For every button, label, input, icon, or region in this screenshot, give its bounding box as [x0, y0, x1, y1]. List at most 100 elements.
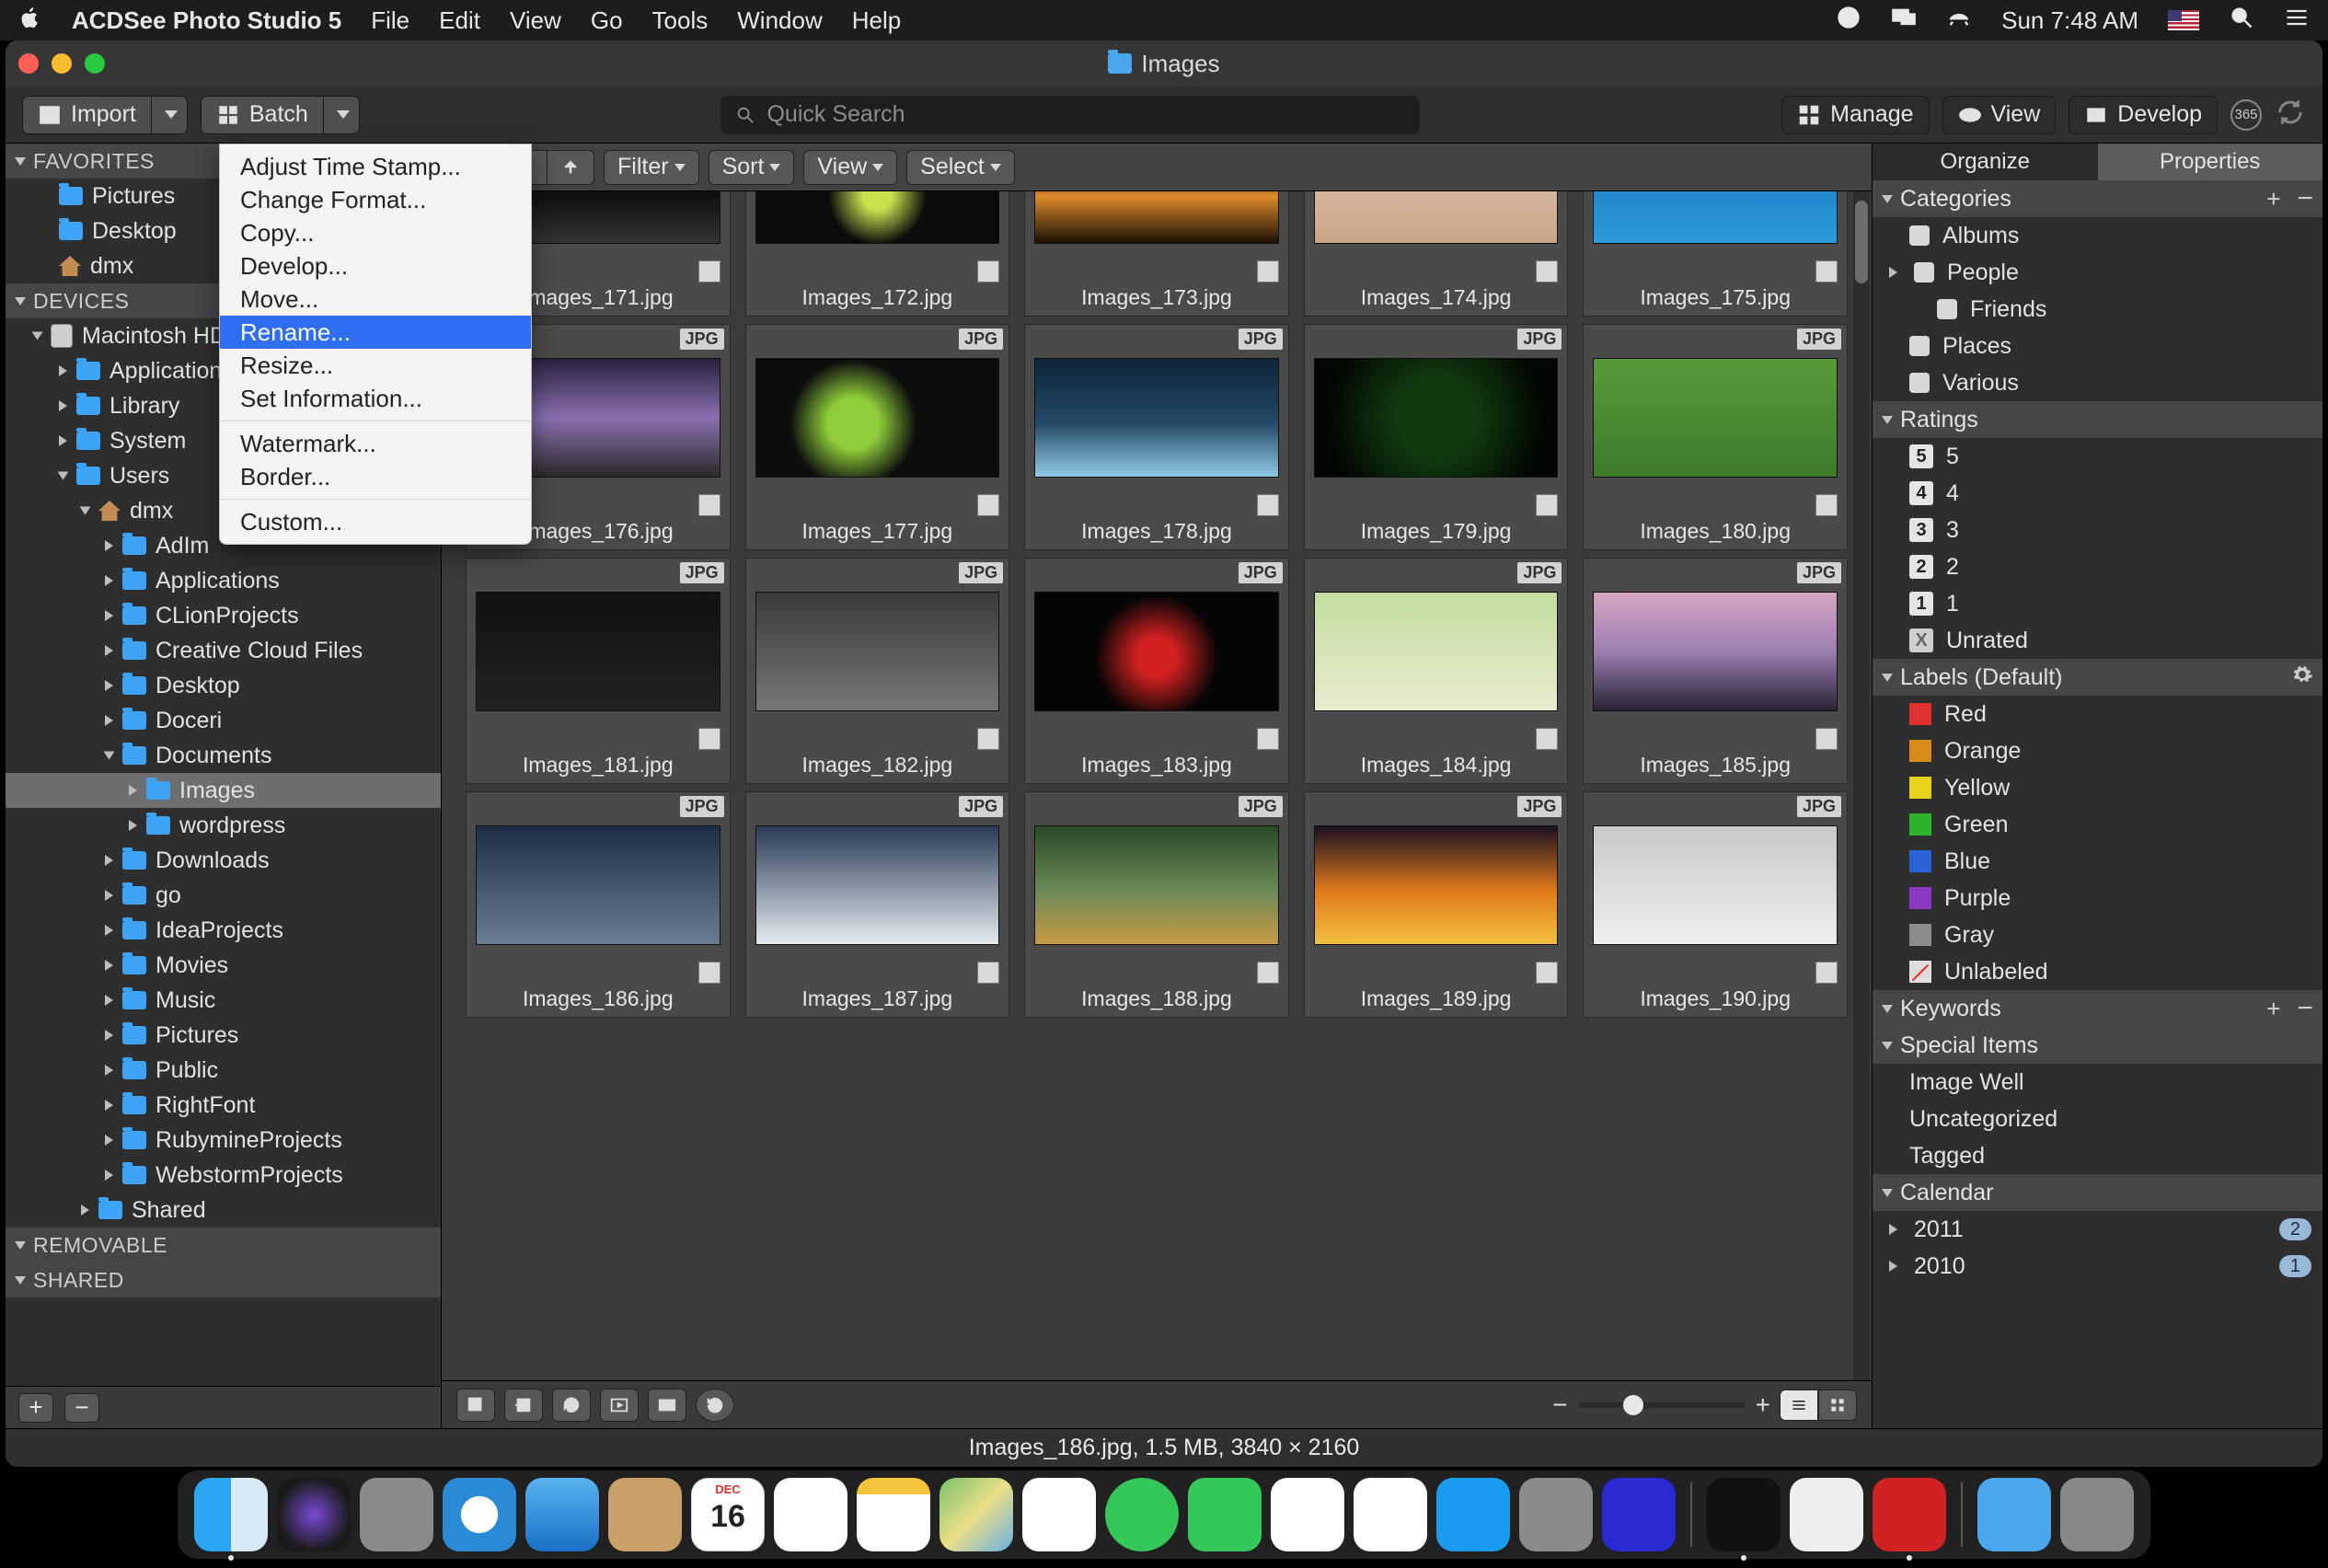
dock-1password[interactable] — [1790, 1478, 1863, 1551]
checkbox[interactable] — [1909, 373, 1930, 393]
folder-webstorm[interactable]: WebstormProjects — [6, 1158, 441, 1193]
folder-images[interactable]: Images — [6, 773, 441, 808]
add-folder-button[interactable]: + — [18, 1393, 53, 1423]
thumb-cell[interactable]: JPGImages_190.jpg — [1583, 791, 1848, 1018]
thumb-checkbox[interactable] — [1815, 728, 1838, 750]
rotate-cw-button[interactable] — [552, 1389, 591, 1422]
mode-develop[interactable]: Develop — [2069, 96, 2218, 134]
view-list[interactable] — [1780, 1389, 1818, 1421]
ratings-header[interactable]: Ratings — [1873, 401, 2322, 438]
thumb-cell[interactable]: JPGImages_189.jpg — [1304, 791, 1569, 1018]
gear-icon[interactable] — [2291, 663, 2313, 692]
dock-downloads-stack[interactable] — [1977, 1478, 2051, 1551]
thumb-checkbox[interactable] — [977, 494, 999, 516]
rotate-ccw-button[interactable] — [504, 1389, 543, 1422]
menu-edit[interactable]: Edit — [439, 6, 480, 35]
quick-search[interactable]: Quick Search — [720, 96, 1420, 134]
batch-move[interactable]: Move... — [220, 282, 531, 316]
folder-movies[interactable]: Movies — [6, 948, 441, 983]
thumb-cell[interactable]: Images_174.jpg — [1304, 191, 1569, 317]
folder-wordpress[interactable]: wordpress — [6, 808, 441, 843]
rating-unrated[interactable]: XUnrated — [1873, 622, 2322, 659]
thumb-checkbox[interactable] — [698, 494, 720, 516]
special-uncategorized[interactable]: Uncategorized — [1873, 1101, 2322, 1137]
grid-scrollbar[interactable] — [1853, 191, 1870, 1380]
removable-header[interactable]: REMOVABLE — [6, 1228, 441, 1262]
mode-365[interactable]: 365 — [2230, 99, 2262, 131]
thumb-checkbox[interactable] — [977, 962, 999, 984]
label-unlabeled[interactable]: Unlabeled — [1873, 953, 2322, 990]
batch-copy[interactable]: Copy... — [220, 216, 531, 249]
status-icon-3[interactable] — [1946, 5, 1972, 37]
dock-news[interactable] — [1271, 1478, 1344, 1551]
minimize-button[interactable] — [52, 53, 72, 74]
thumb-checkbox[interactable] — [1815, 962, 1838, 984]
dock-maps[interactable] — [939, 1478, 1013, 1551]
thumb-checkbox[interactable] — [1536, 494, 1558, 516]
status-icon-1[interactable] — [1836, 5, 1861, 37]
add-keyword-icon[interactable]: + — [2266, 995, 2280, 1023]
thumb-checkbox[interactable] — [698, 962, 720, 984]
view-dropdown[interactable]: View — [803, 150, 897, 185]
batch-develop[interactable]: Develop... — [220, 249, 531, 282]
sort-dropdown[interactable]: Sort — [709, 150, 795, 185]
label-purple[interactable]: Purple — [1873, 880, 2322, 917]
batch-custom[interactable]: Custom... — [220, 505, 531, 538]
dock-facetime[interactable] — [1188, 1478, 1262, 1551]
menu-tools[interactable]: Tools — [652, 6, 709, 35]
cal-2011[interactable]: 20112 — [1873, 1211, 2322, 1248]
thumb-cell[interactable]: Images_172.jpg — [745, 191, 1010, 317]
remove-keyword-icon[interactable]: − — [2297, 993, 2313, 1024]
folder-pictures[interactable]: Pictures — [6, 1018, 441, 1053]
checkbox[interactable] — [1937, 299, 1957, 319]
close-button[interactable] — [18, 53, 39, 74]
zoom-out[interactable]: − — [1552, 1390, 1567, 1420]
label-red[interactable]: Red — [1873, 696, 2322, 732]
mode-manage[interactable]: Manage — [1781, 96, 1929, 134]
dock-mail[interactable] — [525, 1478, 599, 1551]
dock-photos[interactable] — [1022, 1478, 1096, 1551]
folder-doceri[interactable]: Doceri — [6, 703, 441, 738]
input-source-flag-icon[interactable] — [2168, 10, 2199, 30]
thumb-cell[interactable]: JPGImages_180.jpg — [1583, 324, 1848, 550]
batch-set-info[interactable]: Set Information... — [220, 382, 531, 415]
thumb-cell[interactable]: JPGImages_183.jpg — [1024, 558, 1289, 784]
add-category-icon[interactable]: + — [2266, 185, 2280, 213]
batch-change-format[interactable]: Change Format... — [220, 183, 531, 216]
remove-category-icon[interactable]: − — [2297, 183, 2313, 214]
thumb-checkbox[interactable] — [977, 260, 999, 282]
thumb-cell[interactable]: JPGImages_179.jpg — [1304, 324, 1569, 550]
folder-go[interactable]: go — [6, 878, 441, 913]
label-yellow[interactable]: Yellow — [1873, 769, 2322, 806]
folder-clion[interactable]: CLionProjects — [6, 598, 441, 633]
batch-border[interactable]: Border... — [220, 460, 531, 493]
dock-contacts[interactable] — [608, 1478, 682, 1551]
thumb-checkbox[interactable] — [698, 728, 720, 750]
spotlight-icon[interactable] — [2229, 5, 2254, 37]
menu-help[interactable]: Help — [852, 6, 901, 35]
thumb-checkbox[interactable] — [1536, 260, 1558, 282]
cat-places[interactable]: Places — [1873, 328, 2322, 364]
thumb-checkbox[interactable] — [1257, 962, 1279, 984]
dock-system-preferences[interactable] — [1519, 1478, 1593, 1551]
batch-dropdown[interactable] — [324, 96, 360, 134]
thumb-cell[interactable]: JPGImages_186.jpg — [466, 791, 731, 1018]
dock-calendar[interactable] — [691, 1478, 765, 1551]
import-dropdown[interactable] — [152, 96, 188, 134]
compare-button[interactable] — [648, 1389, 686, 1422]
labels-header[interactable]: Labels (Default) — [1873, 659, 2322, 696]
batch-button[interactable]: Batch — [201, 96, 324, 134]
view-grid[interactable] — [1818, 1389, 1857, 1421]
rating-5[interactable]: 55 — [1873, 438, 2322, 475]
keywords-header[interactable]: Keywords+− — [1873, 990, 2322, 1027]
folder-idea[interactable]: IdeaProjects — [6, 913, 441, 948]
shared-header[interactable]: SHARED — [6, 1262, 441, 1297]
menu-file[interactable]: File — [371, 6, 409, 35]
thumb-cell[interactable]: JPGImages_177.jpg — [745, 324, 1010, 550]
dock-notes[interactable] — [857, 1478, 930, 1551]
thumb-checkbox[interactable] — [1257, 260, 1279, 282]
folder-apps2[interactable]: Applications — [6, 563, 441, 598]
remove-folder-button[interactable]: − — [64, 1393, 99, 1423]
thumb-checkbox[interactable] — [1815, 494, 1838, 516]
cat-various[interactable]: Various — [1873, 364, 2322, 401]
